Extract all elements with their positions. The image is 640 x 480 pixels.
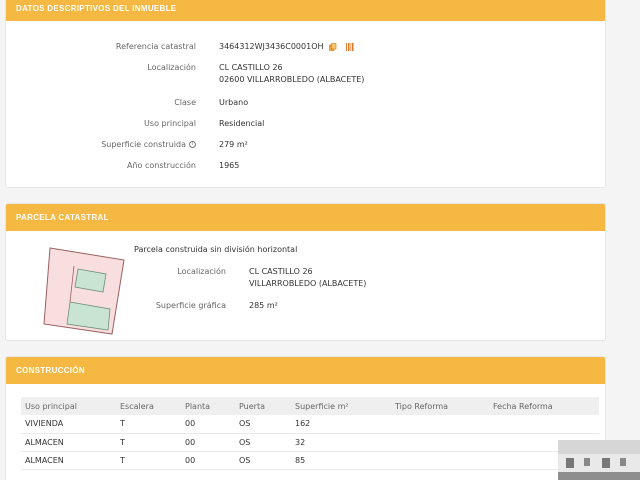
cell-tipo-reforma [391,451,489,470]
parcela-catastral-header: PARCELA CATASTRAL [6,204,605,231]
label-referencia: Referencia catastral [115,42,196,51]
value-superficie: 279 m² [219,140,248,149]
construccion-header: CONSTRUCCIÓN [6,357,605,384]
label-uso: Uso principal [144,119,196,128]
cell-planta: 00 [181,415,235,434]
label-localizacion: Localización [147,63,196,72]
table-header-row: Uso principal Escalera Planta Puerta Sup… [21,397,599,415]
facade-photo-thumbnail[interactable] [558,440,640,480]
col-fecha-reforma: Fecha Reforma [489,397,599,415]
label-anio: Año construcción [127,161,196,170]
value-uso: Residencial [219,119,265,128]
label-clase: Clase [174,98,196,107]
value-localizacion-2: 02600 VILLARROBLEDO (ALBACETE) [219,75,365,84]
value-parcela-superficie: 285 m² [249,301,278,310]
value-localizacion: CL CASTILLO 26 [219,63,283,72]
col-escalera: Escalera [116,397,181,415]
col-puerta: Puerta [235,397,291,415]
table-row: ALMACEN T 00 OS 85 [21,451,599,470]
label-parcela-localizacion: Localización [177,267,226,276]
col-superficie: Superficie m² [291,397,391,415]
label-superficie: Superficie construida [101,140,186,149]
copy-icon[interactable] [329,42,337,51]
label-superficie-wrap: Superficie construida i [6,139,196,151]
construccion-panel: CONSTRUCCIÓN Uso principal Escalera Plan… [5,356,606,480]
value-referencia-wrap: 3464312WJ3436C0001OH [219,41,354,53]
cell-superficie: 162 [291,415,391,434]
datos-descriptivos-panel: DATOS DESCRIPTIVOS DEL INMUEBLE Referenc… [5,0,606,188]
cell-fecha-reforma [489,415,599,434]
cell-escalera: T [116,415,181,434]
cell-puerta: OS [235,415,291,434]
cell-tipo-reforma [391,415,489,434]
value-clase: Urbano [219,98,249,107]
cell-puerta: OS [235,451,291,470]
construccion-table: Uso principal Escalera Planta Puerta Sup… [21,397,599,470]
value-parcela-localizacion-2: VILLARROBLEDO (ALBACETE) [249,279,367,288]
parcela-subtitle: Parcela construida sin división horizont… [134,245,298,254]
col-planta: Planta [181,397,235,415]
parcela-catastral-panel: PARCELA CATASTRAL Parcela construida sin… [5,203,606,341]
label-parcela-superficie: Superficie gráfica [155,301,226,310]
parcel-map[interactable] [40,242,126,336]
col-uso-principal: Uso principal [21,397,116,415]
cell-uso: ALMACEN [21,451,116,470]
cell-planta: 00 [181,433,235,452]
value-anio: 1965 [219,161,240,170]
cell-uso: ALMACEN [21,433,116,452]
table-row: VIVIENDA T 00 OS 162 [21,415,599,434]
cell-puerta: OS [235,433,291,452]
cell-superficie: 85 [291,451,391,470]
cell-escalera: T [116,451,181,470]
cell-superficie: 32 [291,433,391,452]
datos-descriptivos-header: DATOS DESCRIPTIVOS DEL INMUEBLE [6,0,605,21]
col-tipo-reforma: Tipo Reforma [391,397,489,415]
cell-escalera: T [116,433,181,452]
barcode-icon[interactable] [345,42,354,51]
value-referencia[interactable]: 3464312WJ3436C0001OH [219,42,324,51]
info-icon[interactable]: i [189,141,196,148]
cell-tipo-reforma [391,433,489,452]
cell-planta: 00 [181,451,235,470]
cell-uso: VIVIENDA [21,415,116,434]
value-parcela-localizacion: CL CASTILLO 26 [249,267,313,276]
table-row: ALMACEN T 00 OS 32 [21,433,599,452]
